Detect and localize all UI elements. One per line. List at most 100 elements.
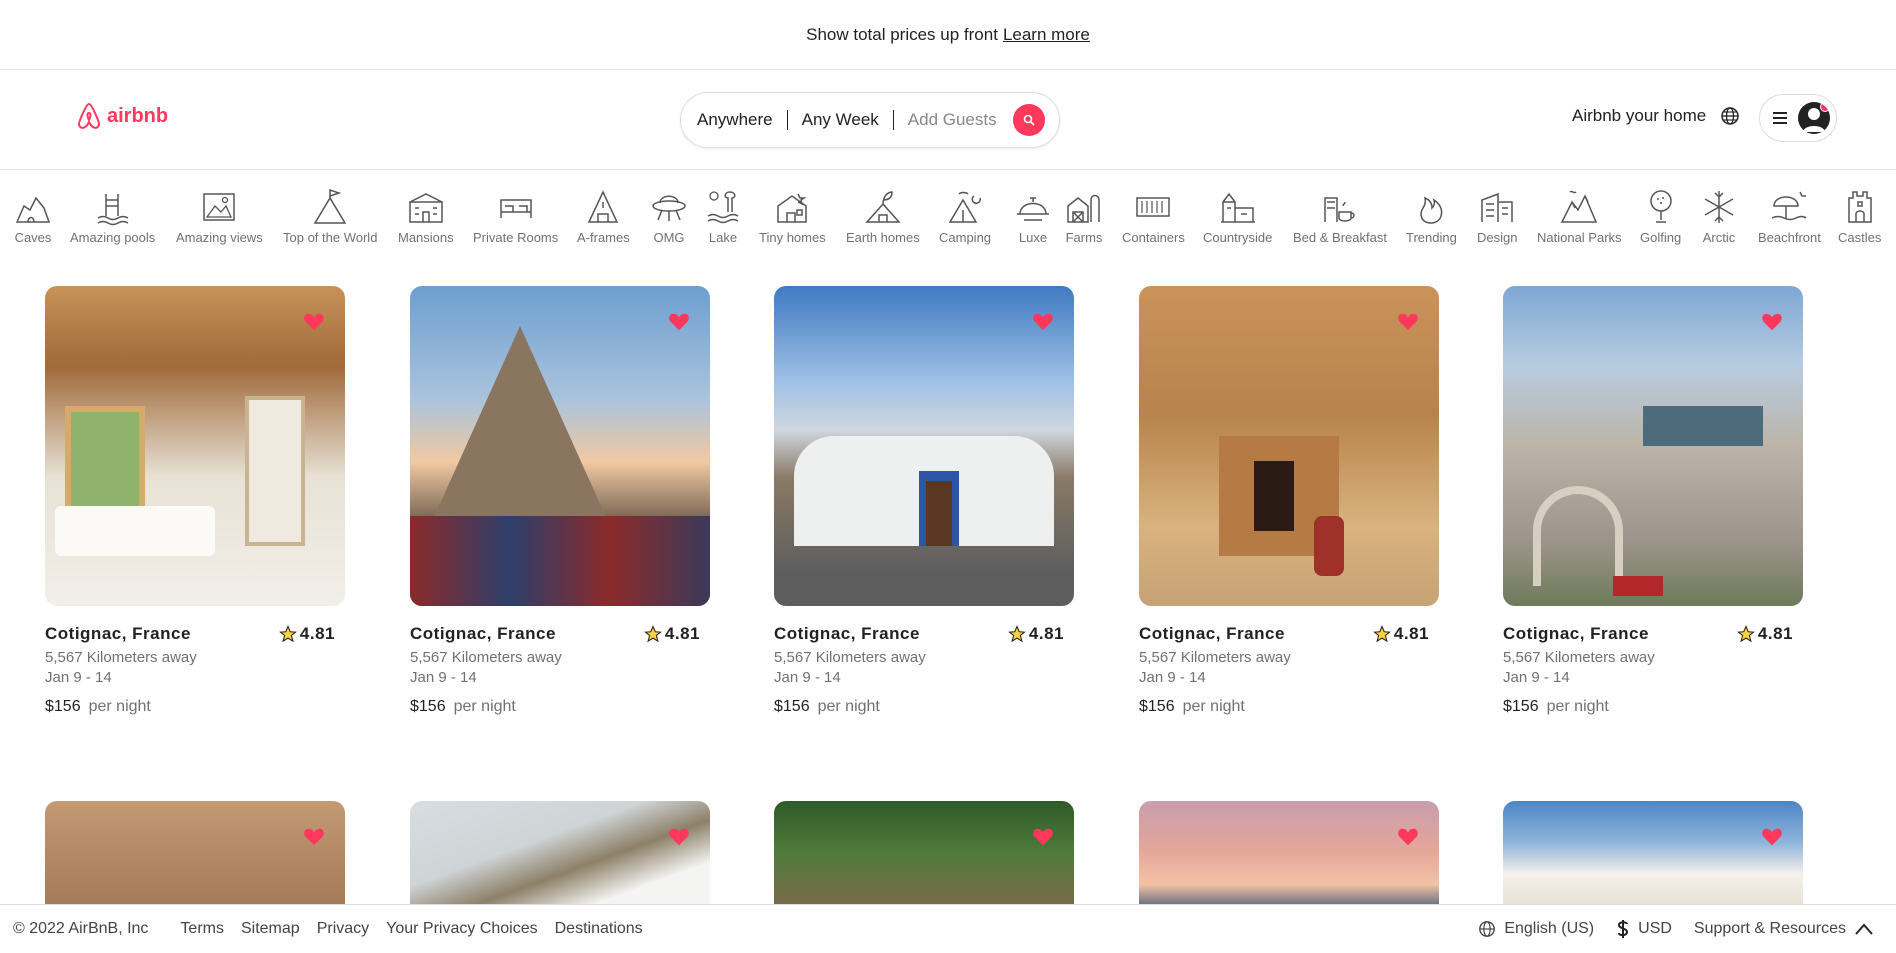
search-bar[interactable]: Anywhere Any Week Add Guests [680,92,1060,148]
listing-distance: 5,567 Kilometers away [774,649,926,666]
category-national-parks[interactable]: National Parks [1537,188,1622,245]
category-containers[interactable]: Containers [1122,188,1185,245]
listing-photo[interactable] [1503,801,1803,905]
heart-icon[interactable] [1397,311,1419,333]
support-resources-button[interactable]: Support & Resources [1694,920,1846,938]
listing-dates: Jan 9 - 14 [410,669,477,686]
heart-icon[interactable] [1032,826,1054,848]
category-label: Trending [1406,230,1457,245]
listing-photo[interactable] [774,286,1074,606]
category-design[interactable]: Design [1477,188,1517,245]
category-label: Luxe [1018,230,1048,245]
footer-link-sitemap[interactable]: Sitemap [241,920,300,938]
search-any-week[interactable]: Any Week [788,110,893,130]
flag-peak-icon [313,188,347,224]
category-private-rooms[interactable]: Private Rooms [473,188,558,245]
mountains-icon [1561,190,1598,223]
listing-price: $156 [774,698,810,715]
footer-link-privacy[interactable]: Privacy [317,920,369,938]
listing-photo[interactable] [410,801,710,905]
listing-photo[interactable] [1139,286,1439,606]
per-night-label: per night [1546,698,1609,715]
heart-icon[interactable] [668,826,690,848]
rating: 4.81 [1373,624,1429,644]
search-anywhere[interactable]: Anywhere [697,110,787,130]
category-amazing-views[interactable]: Amazing views [176,188,263,245]
language-selector[interactable]: English (US) [1504,920,1594,938]
category-farms[interactable]: Farms [1065,188,1103,245]
heart-icon[interactable] [1032,311,1054,333]
category-golfing[interactable]: Golfing [1640,188,1681,245]
heart-icon[interactable] [303,826,325,848]
listing-photo[interactable] [45,286,345,606]
search-add-guests[interactable]: Add Guests [894,110,1011,130]
category-arctic[interactable]: Arctic [1700,188,1738,245]
listing-card[interactable]: Cotignac, France 4.81 5,567 Kilometers aw… [774,286,1074,716]
airbnb-logo[interactable]: airbnb [76,102,168,130]
category-omg[interactable]: OMG [650,188,688,245]
countryside-icon [1220,192,1255,223]
listing-photo[interactable] [1139,801,1439,905]
category-mansions[interactable]: Mansions [398,188,454,245]
learn-more-link[interactable]: Learn more [1003,25,1090,45]
per-night-label: per night [817,698,880,715]
lake-icon [707,191,739,224]
listing-photo[interactable] [774,801,1074,905]
heart-icon[interactable] [1761,826,1783,848]
listing-card[interactable]: Cotignac, France 4.81 5,567 Kilometers aw… [410,286,710,716]
category-label: Lake [708,230,738,245]
footer-link-privacy-choices[interactable]: Your Privacy Choices [386,920,537,938]
listing-card[interactable]: Cotignac, France 4.81 5,567 Kilometers aw… [1503,286,1803,716]
chevron-up-icon[interactable] [1854,922,1874,936]
per-night-label: per night [88,698,151,715]
caves-icon [15,196,51,223]
category-amazing-pools[interactable]: Amazing pools [70,188,155,245]
category-lake[interactable]: Lake [704,188,742,245]
category-top-of-the-world[interactable]: Top of the World [283,188,377,245]
hamburger-icon [1773,112,1787,124]
listing-photo[interactable] [410,286,710,606]
currency-selector[interactable]: USD [1638,920,1672,938]
category-castles[interactable]: Castles [1838,188,1881,245]
heart-icon[interactable] [1761,311,1783,333]
category-label: Design [1477,230,1518,245]
rating-value: 4.81 [664,624,700,643]
footer-link-destinations[interactable]: Destinations [555,920,643,938]
rating: 4.81 [1008,624,1064,644]
listing-photo[interactable] [45,801,345,905]
star-icon [279,625,297,643]
category-bed-breakfast[interactable]: Bed & Breakfast [1293,188,1387,245]
listing-card[interactable]: Cotignac, France 4.81 5,567 Kilometers aw… [1139,286,1439,716]
listing-photo[interactable] [1503,286,1803,606]
heart-icon[interactable] [668,311,690,333]
category-earth-homes[interactable]: Earth homes [846,188,920,245]
tiny-home-icon [777,193,808,223]
user-menu-button[interactable] [1759,94,1837,142]
bed-breakfast-icon [1324,197,1355,222]
footer-link-terms[interactable]: Terms [180,920,224,938]
category-bar: Caves Amazing pools Amazing views Top of… [0,188,1896,245]
category-trending[interactable]: Trending [1406,188,1457,245]
heart-icon[interactable] [1397,826,1419,848]
airbnb-your-home-link[interactable]: Airbnb your home [1572,106,1706,126]
category-label: Beachfront [1758,230,1821,245]
listing-location: Cotignac, France [45,624,191,643]
rating: 4.81 [1737,624,1793,644]
per-night-label: per night [1182,698,1245,715]
category-label: Earth homes [846,230,920,245]
earth-home-icon [865,191,901,223]
category-luxe[interactable]: Luxe [1014,188,1052,245]
category-caves[interactable]: Caves [14,188,52,245]
category-a-frames[interactable]: A-frames [577,188,630,245]
category-camping[interactable]: Camping [939,188,991,245]
heart-icon[interactable] [303,311,325,333]
category-beachfront[interactable]: Beachfront [1758,188,1821,245]
category-tiny-homes[interactable]: Tiny homes [759,188,826,245]
listing-card[interactable]: Cotignac, France 4.81 5,567 Kilometers aw… [45,286,345,716]
ufo-icon [652,195,686,221]
design-icon [1481,192,1513,222]
search-button[interactable] [1012,104,1045,136]
category-countryside[interactable]: Countryside [1203,188,1272,245]
category-label: Bed & Breakfast [1293,230,1387,245]
globe-icon[interactable] [1720,106,1740,126]
